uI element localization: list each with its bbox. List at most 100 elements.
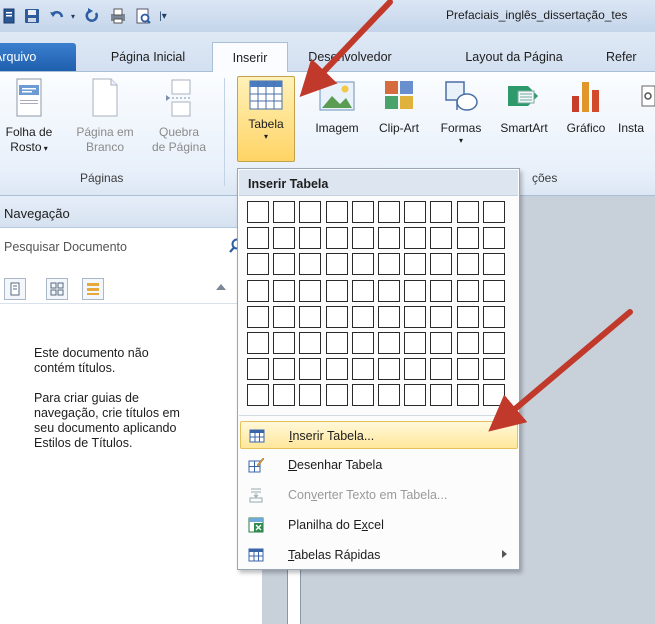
pages-view-icon[interactable] [46,278,68,300]
grid-cell-6x9[interactable] [457,332,479,354]
grid-cell-6x4[interactable] [326,332,348,354]
imagem-button[interactable]: Imagem [306,78,368,136]
grid-cell-7x4[interactable] [326,358,348,380]
tab-inserir[interactable]: Inserir [212,42,288,73]
grid-cell-5x10[interactable] [483,306,505,328]
grid-cell-6x5[interactable] [352,332,374,354]
menu-item-desenhar-tabela[interactable]: Desenhar Tabela [240,451,518,479]
grid-cell-7x5[interactable] [352,358,374,380]
grid-cell-1x7[interactable] [404,201,426,223]
clip-art-button[interactable]: Clip-Art [371,78,427,136]
grid-cell-1x8[interactable] [430,201,452,223]
grid-cell-4x4[interactable] [326,280,348,302]
tab-pagina-inicial[interactable]: Página Inicial [86,43,210,71]
grid-cell-6x8[interactable] [430,332,452,354]
preview-icon[interactable] [133,7,153,25]
grafico-button[interactable]: Gráfico [560,78,612,136]
grid-cell-7x10[interactable] [483,358,505,380]
grid-cell-2x2[interactable] [273,227,295,249]
menu-item-tabelas-rapidas[interactable]: Tabelas Rápidas [240,541,518,569]
grid-cell-1x1[interactable] [247,201,269,223]
grid-cell-5x7[interactable] [404,306,426,328]
grid-cell-3x4[interactable] [326,253,348,275]
grid-cell-5x8[interactable] [430,306,452,328]
grid-cell-4x3[interactable] [299,280,321,302]
grid-cell-7x6[interactable] [378,358,400,380]
grid-cell-1x3[interactable] [299,201,321,223]
print-preview-icon[interactable] [108,7,128,25]
grid-cell-2x6[interactable] [378,227,400,249]
grid-cell-7x9[interactable] [457,358,479,380]
undo-icon[interactable] [47,7,67,25]
grid-cell-6x3[interactable] [299,332,321,354]
grid-cell-3x7[interactable] [404,253,426,275]
grid-cell-8x6[interactable] [378,384,400,406]
grid-cell-8x10[interactable] [483,384,505,406]
grid-cell-8x4[interactable] [326,384,348,406]
grid-cell-3x3[interactable] [299,253,321,275]
grid-cell-2x4[interactable] [326,227,348,249]
grid-cell-2x5[interactable] [352,227,374,249]
undo-dropdown-icon[interactable]: ▾ [68,7,78,25]
scroll-up-icon[interactable] [216,284,226,290]
grid-cell-4x1[interactable] [247,280,269,302]
quebra-de-pagina-button[interactable]: Quebra de Página [146,78,212,155]
grid-cell-3x9[interactable] [457,253,479,275]
grid-cell-5x9[interactable] [457,306,479,328]
grid-cell-1x4[interactable] [326,201,348,223]
table-grid-picker[interactable] [247,201,509,411]
grid-cell-1x2[interactable] [273,201,295,223]
grid-cell-2x1[interactable] [247,227,269,249]
grid-cell-4x6[interactable] [378,280,400,302]
grid-cell-2x3[interactable] [299,227,321,249]
grid-cell-1x9[interactable] [457,201,479,223]
grid-cell-4x8[interactable] [430,280,452,302]
search-document-input[interactable]: Pesquisar Documento [0,236,250,260]
grid-cell-8x7[interactable] [404,384,426,406]
instantaneo-button[interactable]: Insta [618,78,655,136]
menu-item-planilha-excel[interactable]: Planilha do Excel [240,511,518,539]
grid-cell-4x7[interactable] [404,280,426,302]
grid-cell-8x1[interactable] [247,384,269,406]
grid-cell-7x3[interactable] [299,358,321,380]
grid-cell-3x6[interactable] [378,253,400,275]
grid-cell-6x2[interactable] [273,332,295,354]
word-app-icon[interactable] [2,7,16,25]
smartart-button[interactable]: SmartArt [492,78,556,136]
grid-cell-3x5[interactable] [352,253,374,275]
grid-cell-1x10[interactable] [483,201,505,223]
grid-cell-7x7[interactable] [404,358,426,380]
grid-cell-3x1[interactable] [247,253,269,275]
grid-cell-2x8[interactable] [430,227,452,249]
pagina-em-branco-button[interactable]: Página em Branco [70,78,140,155]
grid-cell-6x6[interactable] [378,332,400,354]
customize-qat-icon[interactable]: |▾ [156,7,170,25]
grid-cell-4x9[interactable] [457,280,479,302]
tab-arquivo[interactable]: Arquivo [0,43,76,71]
grid-cell-3x10[interactable] [483,253,505,275]
grid-cell-2x10[interactable] [483,227,505,249]
grid-cell-8x2[interactable] [273,384,295,406]
folha-de-rosto-button[interactable]: Folha de Rosto ▾ [0,78,64,156]
grid-cell-8x8[interactable] [430,384,452,406]
grid-cell-2x7[interactable] [404,227,426,249]
grid-cell-7x2[interactable] [273,358,295,380]
redo-icon[interactable] [82,7,102,25]
grid-cell-1x5[interactable] [352,201,374,223]
menu-item-inserir-tabela[interactable]: Inserir Tabela... [240,421,518,449]
menu-item-converter-texto[interactable]: Converter Texto em Tabela... [240,481,518,509]
grid-cell-7x8[interactable] [430,358,452,380]
grid-cell-1x6[interactable] [378,201,400,223]
tab-layout-pagina[interactable]: Layout da Página [444,43,584,71]
grid-cell-5x3[interactable] [299,306,321,328]
formas-button[interactable]: Formas ▾ [432,78,490,145]
grid-cell-8x5[interactable] [352,384,374,406]
results-view-icon[interactable] [82,278,104,300]
grid-cell-5x1[interactable] [247,306,269,328]
grid-cell-2x9[interactable] [457,227,479,249]
grid-cell-3x2[interactable] [273,253,295,275]
grid-cell-5x5[interactable] [352,306,374,328]
grid-cell-6x1[interactable] [247,332,269,354]
grid-cell-6x10[interactable] [483,332,505,354]
grid-cell-4x10[interactable] [483,280,505,302]
